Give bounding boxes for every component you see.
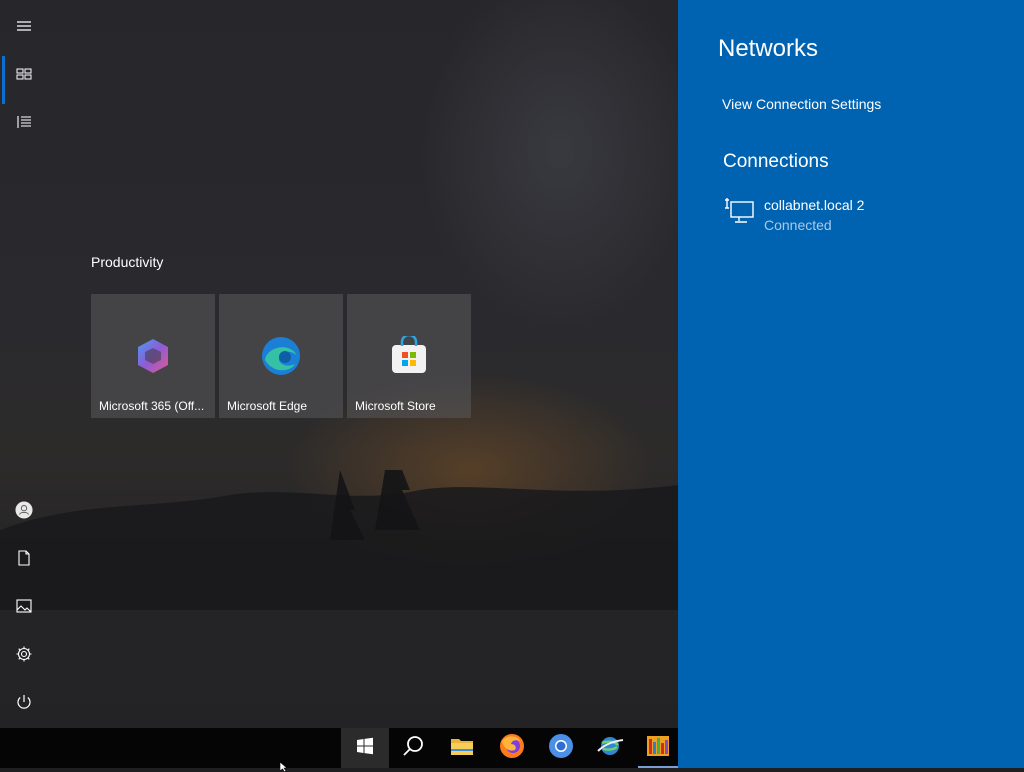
firefox-button[interactable] (488, 728, 536, 768)
tile-microsoft-store[interactable]: Microsoft Store (347, 294, 471, 418)
microsoft-edge-icon (261, 336, 301, 376)
search-icon (401, 734, 425, 763)
all-apps-list-icon (15, 113, 33, 136)
user-account-button[interactable] (0, 488, 48, 536)
tile-label: Microsoft Edge (227, 399, 308, 413)
settings-button[interactable] (0, 632, 48, 680)
mouse-cursor (280, 762, 288, 772)
tile-microsoft-edge[interactable]: Microsoft Edge (219, 294, 343, 418)
windows-logo-icon (356, 737, 374, 760)
file-explorer-button[interactable] (438, 728, 486, 768)
documents-icon (15, 549, 33, 572)
network-flyout: Networks View Connection Settings Connec… (678, 0, 1024, 768)
tile-label: Microsoft 365 (Off... (99, 399, 205, 413)
expand-menu-button[interactable] (0, 4, 48, 52)
connection-name: collabnet.local 2 (764, 197, 865, 213)
microsoft-store-icon (389, 333, 429, 376)
network-app-button[interactable] (586, 728, 634, 768)
microsoft-365-icon (133, 336, 173, 376)
search-button[interactable] (389, 728, 437, 768)
tile-microsoft-365[interactable]: Microsoft 365 (Off... (91, 294, 215, 418)
documents-button[interactable] (0, 536, 48, 584)
power-button[interactable] (0, 680, 48, 728)
folder-icon (450, 735, 474, 762)
chrome-button[interactable] (537, 728, 585, 768)
connection-item[interactable]: collabnet.local 2 Connected (723, 196, 1003, 240)
flyout-title: Networks (718, 35, 819, 62)
connection-status: Connected (764, 217, 832, 233)
tile-label: Microsoft Store (355, 399, 436, 413)
globe-icon (596, 733, 624, 764)
all-tiles-icon (15, 65, 33, 88)
hamburger-icon (15, 17, 33, 40)
view-connection-settings-link[interactable]: View Connection Settings (722, 96, 881, 112)
tile-group-title[interactable]: Productivity (91, 254, 163, 270)
mountain-silhouette (0, 470, 678, 610)
ethernet-monitor-icon (723, 196, 755, 226)
chrome-icon (548, 733, 574, 764)
app-button[interactable] (638, 728, 678, 768)
connections-heading: Connections (723, 151, 829, 172)
user-account-icon (15, 500, 33, 524)
all-apps-button[interactable] (0, 100, 48, 148)
taskbar (0, 728, 678, 768)
start-button[interactable] (341, 728, 389, 768)
colorful-app-icon (646, 734, 670, 763)
power-icon (15, 693, 33, 716)
pictures-icon (15, 597, 33, 620)
pictures-button[interactable] (0, 584, 48, 632)
start-menu-rail (0, 0, 48, 728)
settings-icon (15, 645, 33, 668)
all-tiles-button[interactable] (0, 52, 48, 104)
firefox-icon (499, 733, 525, 764)
